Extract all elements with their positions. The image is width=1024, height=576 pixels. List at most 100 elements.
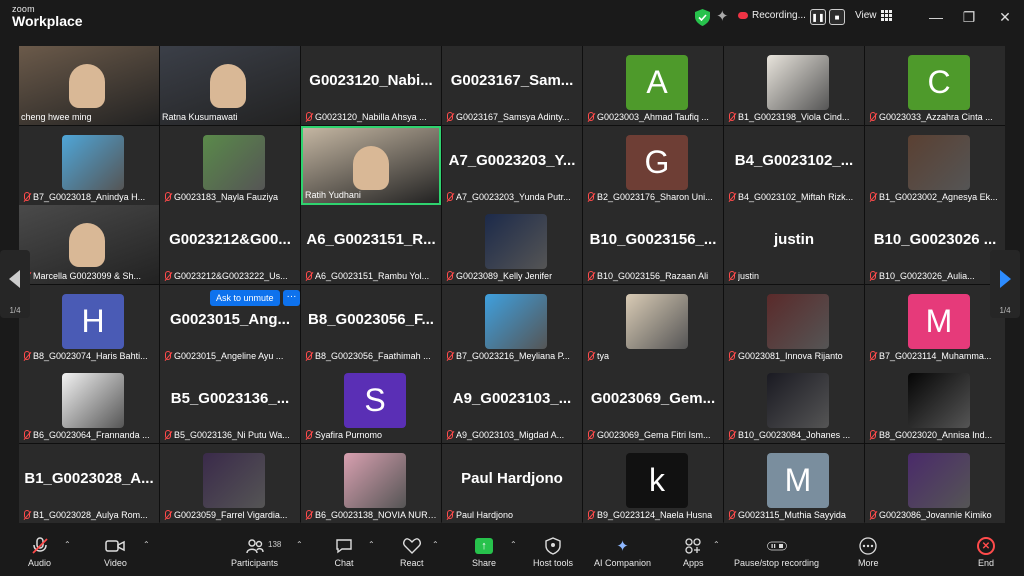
participant-name-bar: G0023081_Innova Rijanto xyxy=(726,349,862,363)
participant-tile[interactable]: A7_G0023203_Y... A7_G0023203_Yunda Putr..… xyxy=(442,126,582,205)
participant-tile[interactable]: B8_G0023056_F... B8_G0023056_Faathimah ..… xyxy=(301,285,441,364)
participant-tile[interactable]: B5_G0023136_... B5_G0023136_Ni Putu Wa... xyxy=(160,364,300,443)
chat-button[interactable]: Chat xyxy=(334,536,354,568)
participant-tile[interactable]: B7_G0023018_Anindya H... xyxy=(19,126,159,205)
tile-more-options-button[interactable]: ··· xyxy=(283,290,300,306)
more-label: More xyxy=(858,558,879,568)
participant-tile[interactable]: justin justin xyxy=(724,205,864,284)
pause-stop-recording-button[interactable]: Pause/stop recording xyxy=(734,536,819,568)
security-shield-icon[interactable] xyxy=(695,9,710,26)
participant-tile[interactable]: G0023086_Jovannie Kimiko xyxy=(865,444,1005,523)
muted-mic-icon xyxy=(303,112,313,122)
participant-tile[interactable]: G0023089_Kelly Jenifer xyxy=(442,205,582,284)
next-page-button[interactable]: 1/4 xyxy=(990,250,1020,318)
participant-tile[interactable]: M B7_G0023114_Muhamma... xyxy=(865,285,1005,364)
participant-name: B1_G0023028_Aulya Rom... xyxy=(33,510,148,520)
participant-tile[interactable]: B10_G0023026 ... B10_G0023026_Aulia... xyxy=(865,205,1005,284)
sparkle-icon[interactable]: ✦ xyxy=(716,9,732,25)
participant-tile[interactable]: Paul Hardjono Paul Hardjono xyxy=(442,444,582,523)
participant-name: A6_G0023151_Rambu Yol... xyxy=(315,271,430,281)
participant-tile[interactable]: G0023120_Nabi... G0023120_Nabilla Ahsya .… xyxy=(301,46,441,125)
react-label: React xyxy=(400,558,424,568)
participant-tile[interactable]: B1_G0023198_Viola Cind... xyxy=(724,46,864,125)
participant-name: B10_G0023084_Johanes ... xyxy=(738,430,851,440)
participant-tile[interactable]: G0023167_Sam... G0023167_Samsya Adinty... xyxy=(442,46,582,125)
participant-name-bar: justin xyxy=(726,269,862,283)
chat-options-caret-icon[interactable]: ⌃ xyxy=(368,540,375,549)
participant-tile[interactable]: A G0023003_Ahmad Taufiq ... xyxy=(583,46,723,125)
muted-mic-icon xyxy=(444,271,454,281)
muted-mic-icon xyxy=(444,351,454,361)
participant-name: B8_G0023020_Annisa Ind... xyxy=(879,430,993,440)
participant-name-bar: G0023033_Azzahra Cinta ... xyxy=(867,110,1003,124)
ask-to-unmute-button[interactable]: Ask to unmute xyxy=(210,290,280,306)
stop-recording-button[interactable]: ■ xyxy=(829,9,845,25)
share-button[interactable]: ↑ Share xyxy=(472,536,496,568)
participant-name: Syafira Purnomo xyxy=(315,430,383,440)
participant-tile[interactable]: B4_G0023102_... B4_G0023102_Miftah Rizk..… xyxy=(724,126,864,205)
participant-tile[interactable]: tya xyxy=(583,285,723,364)
react-options-caret-icon[interactable]: ⌃ xyxy=(432,540,439,549)
video-options-caret-icon[interactable]: ⌃ xyxy=(143,540,150,549)
participant-tile[interactable]: k B9_G0223124_Naela Husna xyxy=(583,444,723,523)
participant-tile[interactable]: A9_G0023103_... A9_G0023103_Migdad A... xyxy=(442,364,582,443)
restore-icon[interactable]: ❐ xyxy=(961,9,977,25)
prev-page-button[interactable]: 1/4 xyxy=(0,250,30,318)
participant-name: G0023120_Nabilla Ahsya ... xyxy=(315,112,427,122)
apps-label: Apps xyxy=(683,558,704,568)
ai-companion-button[interactable]: ✦ AI Companion xyxy=(594,536,651,568)
participant-tile[interactable]: G0023069_Gem... G0023069_Gema Fitri Ism..… xyxy=(583,364,723,443)
participant-tile[interactable]: B7_G0023216_Meyliana P... xyxy=(442,285,582,364)
view-label: View xyxy=(855,10,877,21)
participant-profile-picture xyxy=(908,453,970,508)
share-options-caret-icon[interactable]: ⌃ xyxy=(510,540,517,549)
participant-tile[interactable]: B6_G0023064_Frannanda ... xyxy=(19,364,159,443)
minimize-icon[interactable]: — xyxy=(928,9,944,25)
participant-tile[interactable]: G B2_G0023176_Sharon Uni... xyxy=(583,126,723,205)
participant-name-bar: B8_G0023074_Haris Bahti... xyxy=(21,349,157,363)
participant-name: G0023033_Azzahra Cinta ... xyxy=(879,112,993,122)
participant-tile[interactable]: C G0023033_Azzahra Cinta ... xyxy=(865,46,1005,125)
recording-indicator[interactable]: Recording... xyxy=(738,10,806,21)
participant-tile[interactable]: H B8_G0023074_Haris Bahti... xyxy=(19,285,159,364)
pause-stop-label: Pause/stop recording xyxy=(734,558,820,568)
participant-name-bar: A6_G0023151_Rambu Yol... xyxy=(303,269,439,283)
participant-tile[interactable]: cheng hwee ming xyxy=(19,46,159,125)
participant-tile[interactable]: G0023212&G00... G0023212&G0023222_Us... xyxy=(160,205,300,284)
participant-tile[interactable]: Ratna Kusumawati xyxy=(160,46,300,125)
participant-tile[interactable]: G0023059_Farrel Vigardia... xyxy=(160,444,300,523)
participant-tile[interactable]: B1_G0023002_Agnesya Ek... xyxy=(865,126,1005,205)
participant-tile[interactable]: Marcella G0023099 & Sh... xyxy=(19,205,159,284)
end-meeting-button[interactable]: ✕ End xyxy=(976,536,996,568)
pause-recording-button[interactable]: ❚❚ xyxy=(810,9,826,25)
participant-tile[interactable]: B10_G0023084_Johanes ... xyxy=(724,364,864,443)
react-button[interactable]: React xyxy=(400,536,424,568)
apps-icon xyxy=(683,536,703,556)
participant-name-bar: B1_G0023028_Aulya Rom... xyxy=(21,508,157,522)
view-button[interactable]: View xyxy=(855,10,892,21)
participant-tile[interactable]: S Syafira Purnomo xyxy=(301,364,441,443)
host-tools-button[interactable]: Host tools xyxy=(533,536,573,568)
participant-tile[interactable]: B10_G0023156_... B10_G0023156_Razaan Ali xyxy=(583,205,723,284)
participant-tile[interactable]: B8_G0023020_Annisa Ind... xyxy=(865,364,1005,443)
video-button[interactable]: Video xyxy=(104,536,127,568)
participants-options-caret-icon[interactable]: ⌃ xyxy=(296,540,303,549)
apps-options-caret-icon[interactable]: ⌃ xyxy=(713,540,720,549)
close-icon[interactable]: ✕ xyxy=(997,9,1013,25)
participant-tile[interactable]: G0023183_Nayla Fauziya xyxy=(160,126,300,205)
audio-button[interactable]: Audio xyxy=(28,536,51,568)
apps-button[interactable]: Apps xyxy=(683,536,704,568)
more-button[interactable]: More xyxy=(858,536,879,568)
participant-name: B1_G0023002_Agnesya Ek... xyxy=(879,192,998,202)
participant-tile[interactable]: Ratih Yudhani xyxy=(301,126,441,205)
participant-tile[interactable]: G0023081_Innova Rijanto xyxy=(724,285,864,364)
left-arrow-icon xyxy=(9,270,20,288)
participant-profile-picture xyxy=(626,294,688,349)
participant-name-bar: A9_G0023103_Migdad A... xyxy=(444,428,580,442)
audio-options-caret-icon[interactable]: ⌃ xyxy=(64,540,71,549)
participant-tile[interactable]: M G0023115_Muthia Sayyida xyxy=(724,444,864,523)
participant-tile[interactable]: A6_G0023151_R... A6_G0023151_Rambu Yol... xyxy=(301,205,441,284)
participant-tile[interactable]: B6_G0023138_NOVIA NURAI... xyxy=(301,444,441,523)
participant-avatar: G xyxy=(626,135,688,190)
participant-tile[interactable]: B1_G0023028_A... B1_G0023028_Aulya Rom... xyxy=(19,444,159,523)
